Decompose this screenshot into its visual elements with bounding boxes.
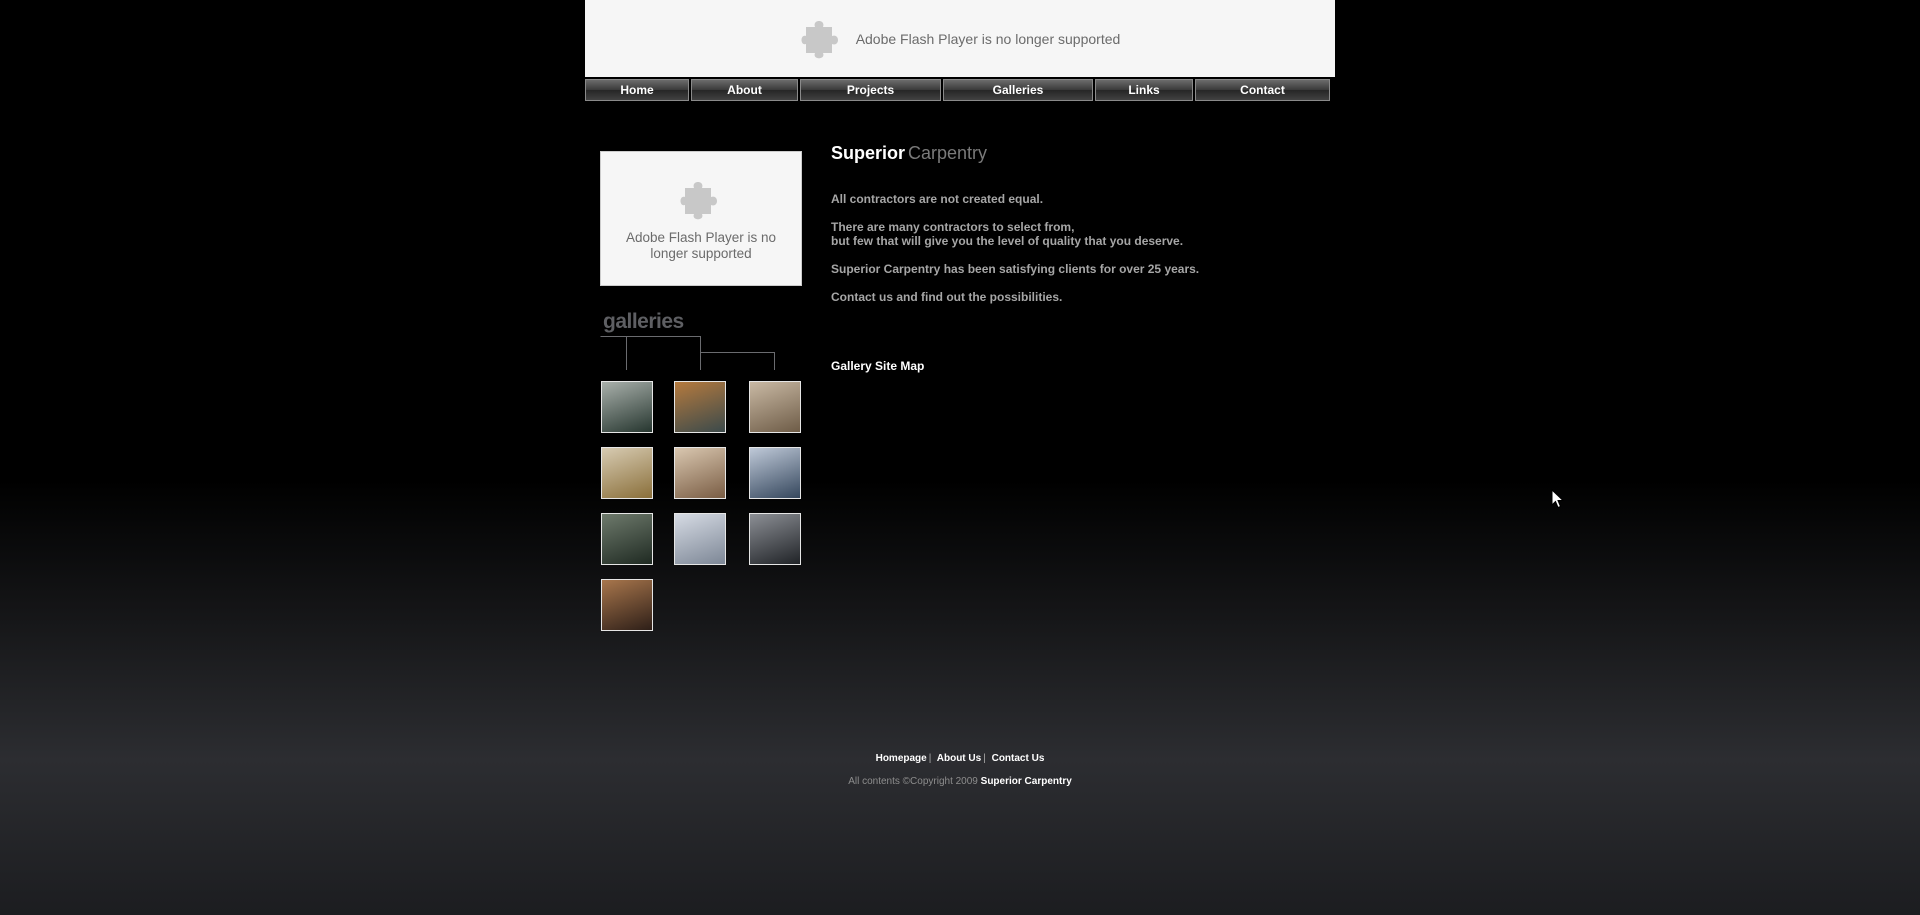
main-nav: Home About Projects Galleries Links Cont… [585, 79, 1330, 103]
copyright-text: All contents ©Copyright 2009 [848, 776, 978, 787]
title-bold: Superior [831, 143, 906, 163]
puzzle-icon [679, 176, 723, 224]
gallery-thumbnail[interactable] [674, 447, 726, 499]
flash-unsupported-message: Adobe Flash Player is no longer supporte… [855, 30, 1121, 47]
intro-paragraph-2-line-1: There are many contractors to select fro… [831, 220, 1075, 234]
intro-paragraph-3: Superior Carpentry has been satisfying c… [831, 262, 1200, 276]
gallery-thumbnail[interactable] [601, 381, 653, 433]
gallery-thumbnail[interactable] [674, 513, 726, 565]
gallery-thumbnail[interactable] [749, 447, 801, 499]
gallery-site-map-link[interactable]: Gallery Site Map [831, 359, 924, 373]
gallery-thumbnail[interactable] [749, 513, 801, 565]
nav-home[interactable]: Home [585, 79, 689, 101]
top-flash-placeholder: Adobe Flash Player is no longer supporte… [585, 0, 1335, 77]
gallery-thumbnail[interactable] [601, 579, 653, 631]
copyright: All contents ©Copyright 2009 Superior Ca… [0, 776, 1920, 787]
intro-paragraph-2: There are many contractors to select fro… [831, 220, 1183, 248]
title-light: Carpentry [908, 143, 988, 163]
nav-projects[interactable]: Projects [800, 79, 941, 101]
intro-paragraph-1: All contractors are not created equal. [831, 192, 1044, 206]
galleries-heading: galleries [603, 310, 684, 333]
page-title: Superior Carpentry [831, 143, 987, 164]
nav-galleries[interactable]: Galleries [943, 79, 1093, 101]
nav-links[interactable]: Links [1095, 79, 1193, 101]
mouse-cursor-icon [1551, 489, 1565, 509]
gallery-thumbnail[interactable] [601, 513, 653, 565]
nav-contact[interactable]: Contact [1195, 79, 1330, 101]
footer-link-homepage[interactable]: Homepage [876, 753, 927, 764]
nav-about[interactable]: About [691, 79, 798, 101]
footer-link-about[interactable]: About Us [937, 753, 981, 764]
flash-unsupported-message: Adobe Flash Player is no longer supporte… [625, 229, 777, 261]
footer-link-contact[interactable]: Contact Us [992, 753, 1045, 764]
gallery-thumbnail[interactable] [674, 381, 726, 433]
intro-paragraph-2-line-2: but few that will give you the level of … [831, 234, 1184, 248]
gallery-thumbnail[interactable] [749, 381, 801, 433]
puzzle-icon [800, 15, 844, 62]
intro-paragraph-4: Contact us and find out the possibilitie… [831, 290, 1063, 304]
copyright-company: Superior Carpentry [980, 776, 1072, 787]
footer-links: Homepage | About Us | Contact Us [875, 753, 1045, 764]
side-flash-placeholder: Adobe Flash Player is no longer supporte… [600, 151, 802, 286]
galleries-tree-lines [600, 336, 775, 370]
gallery-thumbnail[interactable] [601, 447, 653, 499]
